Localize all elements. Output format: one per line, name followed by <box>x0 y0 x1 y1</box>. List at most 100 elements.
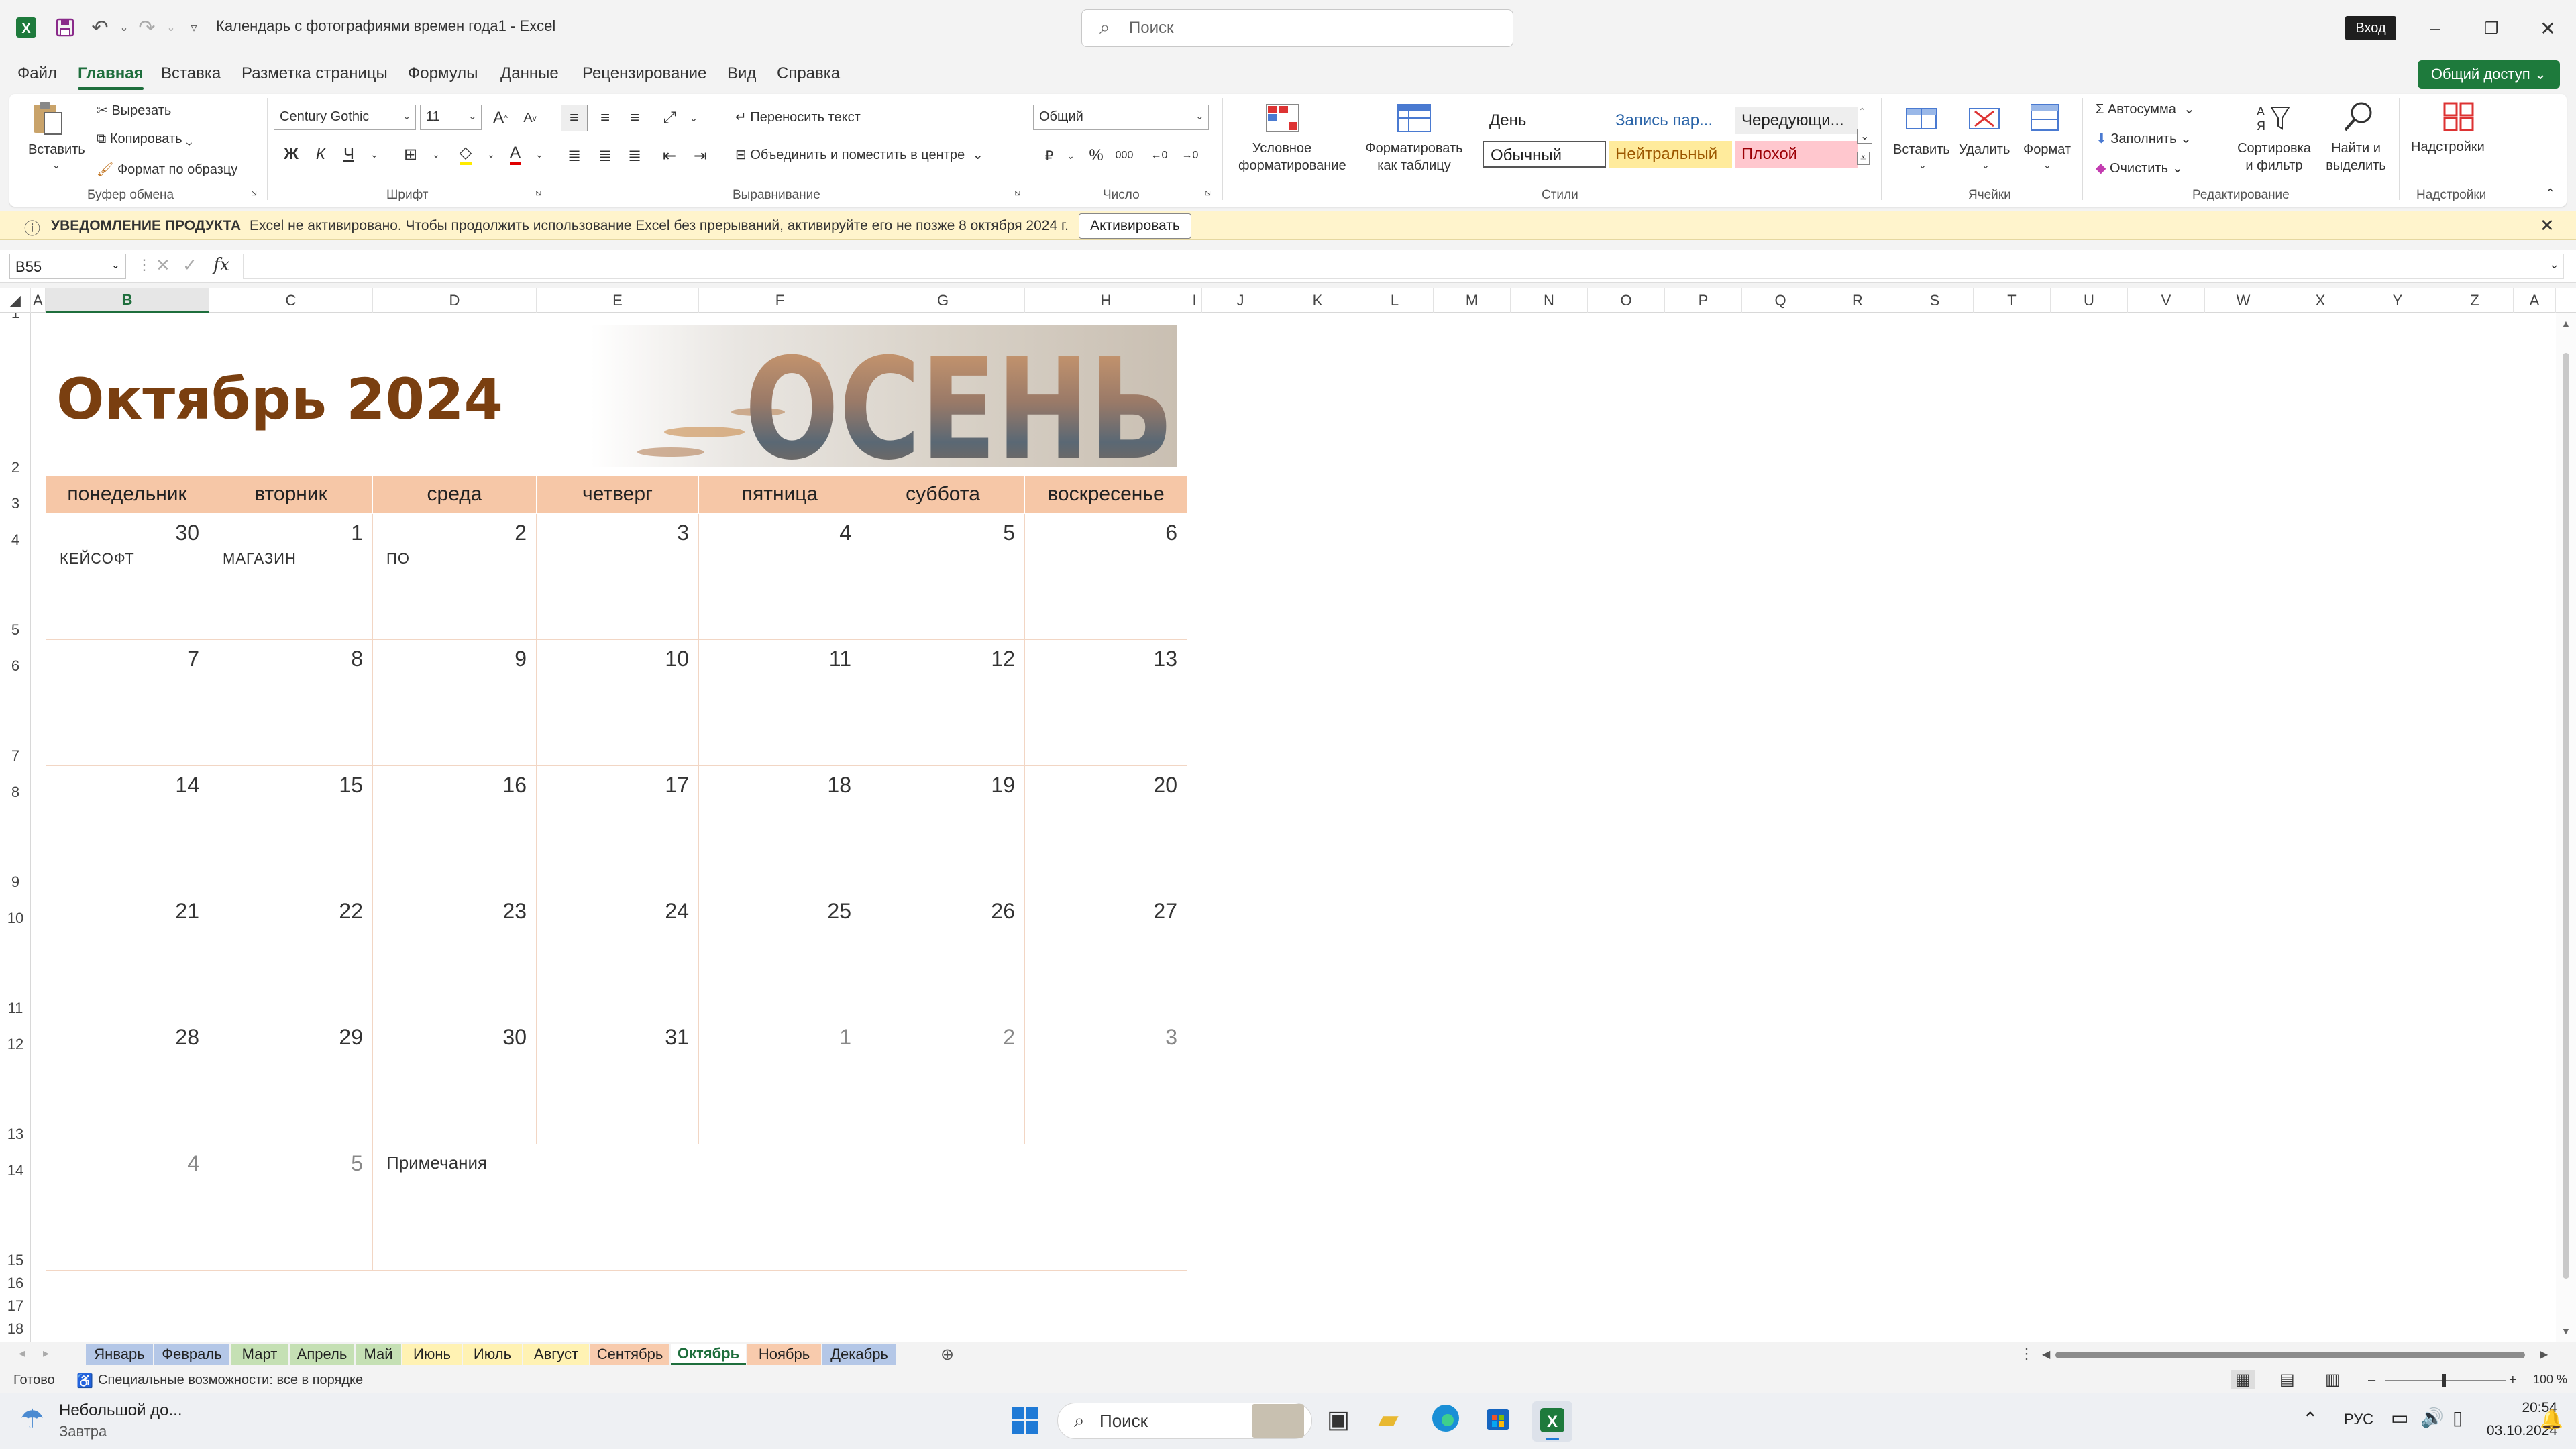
excel-taskbar-button[interactable]: X <box>1532 1401 1572 1442</box>
row-header[interactable]: 9 <box>0 802 31 892</box>
calendar-day-cell[interactable]: 9 <box>373 640 537 766</box>
next-sheet-icon[interactable]: ▸ <box>43 1346 49 1360</box>
calendar-day-cell[interactable]: 21 <box>46 892 209 1018</box>
calendar-day-cell[interactable]: 30 КЕЙСОФТ <box>46 514 209 640</box>
weather-icon[interactable]: ☂ <box>20 1404 44 1435</box>
calendar-day-cell[interactable]: 4 <box>46 1144 209 1271</box>
merge-center-button[interactable]: ⊟ Объединить и поместить в центре ⌄ <box>735 146 983 163</box>
col-header-i[interactable]: I <box>1187 288 1202 313</box>
calendar-day-cell[interactable]: 8 <box>209 640 373 766</box>
clipboard-launcher-icon[interactable]: ⧅ <box>251 186 257 198</box>
style-day[interactable]: День <box>1483 107 1606 134</box>
delete-dropdown-icon[interactable]: ⌄ <box>1982 160 1990 171</box>
style-bad[interactable]: Плохой <box>1735 141 1858 168</box>
align-right-icon[interactable]: ≣ <box>621 142 648 169</box>
weekday-header[interactable]: среда <box>373 476 537 513</box>
zoom-level[interactable]: 100 % <box>2533 1373 2567 1387</box>
sheet-tab[interactable]: Ноябрь <box>747 1344 821 1365</box>
calendar-day-cell[interactable]: 15 <box>209 766 373 892</box>
row-header[interactable]: 17 <box>0 1293 31 1316</box>
col-header-a[interactable]: A <box>31 288 46 313</box>
paste-icon[interactable] <box>28 99 66 137</box>
percent-icon[interactable]: % <box>1083 142 1110 169</box>
increase-font-icon[interactable]: A ^ <box>487 105 514 131</box>
thousands-icon[interactable]: 000 <box>1111 142 1138 169</box>
tab-data[interactable]: Данные <box>500 64 559 83</box>
tab-home[interactable]: Главная <box>78 64 144 90</box>
calendar-day-cell[interactable]: 3 <box>1025 1018 1187 1144</box>
sheet-tab[interactable]: Май <box>356 1344 401 1365</box>
format-cells-icon[interactable] <box>2026 99 2063 137</box>
calendar-day-cell[interactable]: 31 <box>537 1018 699 1144</box>
close-notification-icon[interactable]: ✕ <box>2540 215 2555 236</box>
conditional-formatting-icon[interactable] <box>1264 102 1301 140</box>
clear-button[interactable]: ◆ Очистить ⌄ <box>2096 160 2183 176</box>
insert-dropdown-icon[interactable]: ⌄ <box>1919 160 1927 171</box>
insert-function-icon[interactable]: fx <box>213 255 229 275</box>
insert-cells-icon[interactable] <box>1902 102 1940 140</box>
col-header-p[interactable]: P <box>1665 288 1742 313</box>
row-header[interactable]: 12 <box>0 1018 31 1055</box>
styles-more-icon[interactable]: ⩡ <box>1857 152 1870 165</box>
col-header-o[interactable]: O <box>1588 288 1665 313</box>
calendar-day-cell[interactable]: 20 <box>1025 766 1187 892</box>
zoom-slider-handle[interactable] <box>2442 1374 2446 1387</box>
col-header-y[interactable]: Y <box>2359 288 2436 313</box>
calendar-day-cell[interactable]: 4 <box>699 514 861 640</box>
copy-button[interactable]: ⧉ Копировать ⌄ <box>97 131 193 147</box>
align-left-icon[interactable]: ≣ <box>561 142 588 169</box>
style-alternating[interactable]: Чередующи... <box>1735 107 1858 134</box>
style-record[interactable]: Запись пар... <box>1609 107 1732 134</box>
sort-filter-icon[interactable]: АЯ <box>2254 101 2292 138</box>
row-header[interactable]: 5 <box>0 550 31 640</box>
calendar-day-cell[interactable]: 2 <box>861 1018 1025 1144</box>
restore-icon[interactable]: ❐ <box>2471 11 2512 46</box>
network-icon[interactable]: ▭ <box>2391 1407 2408 1429</box>
calendar-day-cell[interactable]: 27 <box>1025 892 1187 1018</box>
sheet-tab[interactable]: Июль <box>463 1344 522 1365</box>
sheet-tab[interactable]: Март <box>231 1344 288 1365</box>
tab-help[interactable]: Справка <box>777 64 840 83</box>
col-header-j[interactable]: J <box>1202 288 1279 313</box>
calendar-day-cell[interactable]: 19 <box>861 766 1025 892</box>
insert-cells-button[interactable]: Вставить <box>1893 142 1950 158</box>
underline-dropdown-icon[interactable]: ⌄ <box>361 141 388 168</box>
align-middle-icon[interactable]: ≡ <box>592 105 619 131</box>
search-highlight-image[interactable] <box>1252 1404 1304 1438</box>
find-select-button[interactable]: Найти и выделить <box>2316 140 2396 174</box>
weekday-header[interactable]: понедельник <box>46 476 209 513</box>
sort-filter-button[interactable]: Сортировка и фильтр <box>2234 140 2314 174</box>
sheet-tab[interactable]: Декабрь <box>822 1344 896 1365</box>
row-header[interactable]: 6 <box>0 640 31 676</box>
col-header-d[interactable]: D <box>373 288 537 313</box>
calendar-day-cell[interactable]: 6 <box>1025 514 1187 640</box>
col-header-c[interactable]: C <box>209 288 373 313</box>
paste-button[interactable]: Вставить <box>28 142 85 158</box>
conditional-formatting-button[interactable]: Условное форматирование <box>1238 140 1346 174</box>
col-header-g[interactable]: G <box>861 288 1025 313</box>
close-icon[interactable]: ✕ <box>2528 11 2568 46</box>
calendar-day-cell[interactable]: 25 <box>699 892 861 1018</box>
addins-button[interactable]: Надстройки <box>2411 140 2485 155</box>
styles-scroll-down-icon[interactable]: ⌄ <box>1857 129 1873 144</box>
scroll-down-icon[interactable]: ▼ <box>2561 1326 2571 1336</box>
sheet-tab[interactable]: Июнь <box>402 1344 462 1365</box>
row-header[interactable]: 1 <box>0 313 31 323</box>
calendar-day-cell[interactable]: 24 <box>537 892 699 1018</box>
calendar-day-cell[interactable]: 30 <box>373 1018 537 1144</box>
notifications-icon[interactable]: 🔔 <box>2540 1408 2563 1430</box>
addins-icon[interactable] <box>2440 99 2478 137</box>
expand-formula-icon[interactable]: ⌄ <box>2549 258 2559 272</box>
tab-formulas[interactable]: Формулы <box>408 64 478 83</box>
tab-review[interactable]: Рецензирование <box>582 64 706 83</box>
zoom-slider[interactable] <box>2385 1380 2506 1381</box>
volume-icon[interactable]: 🔊 <box>2420 1407 2444 1429</box>
calendar-day-cell[interactable]: 26 <box>861 892 1025 1018</box>
calendar-day-cell[interactable]: 23 <box>373 892 537 1018</box>
orientation-dropdown-icon[interactable]: ⌄ <box>680 105 707 131</box>
format-as-table-button[interactable]: Форматировать как таблицу <box>1360 140 1468 174</box>
font-color-dropdown-icon[interactable]: ⌄ <box>526 141 553 168</box>
fill-color-dropdown-icon[interactable]: ⌄ <box>478 141 504 168</box>
page-layout-view-icon[interactable]: ▤ <box>2279 1370 2295 1389</box>
task-view-icon[interactable]: ▣ <box>1327 1405 1350 1434</box>
